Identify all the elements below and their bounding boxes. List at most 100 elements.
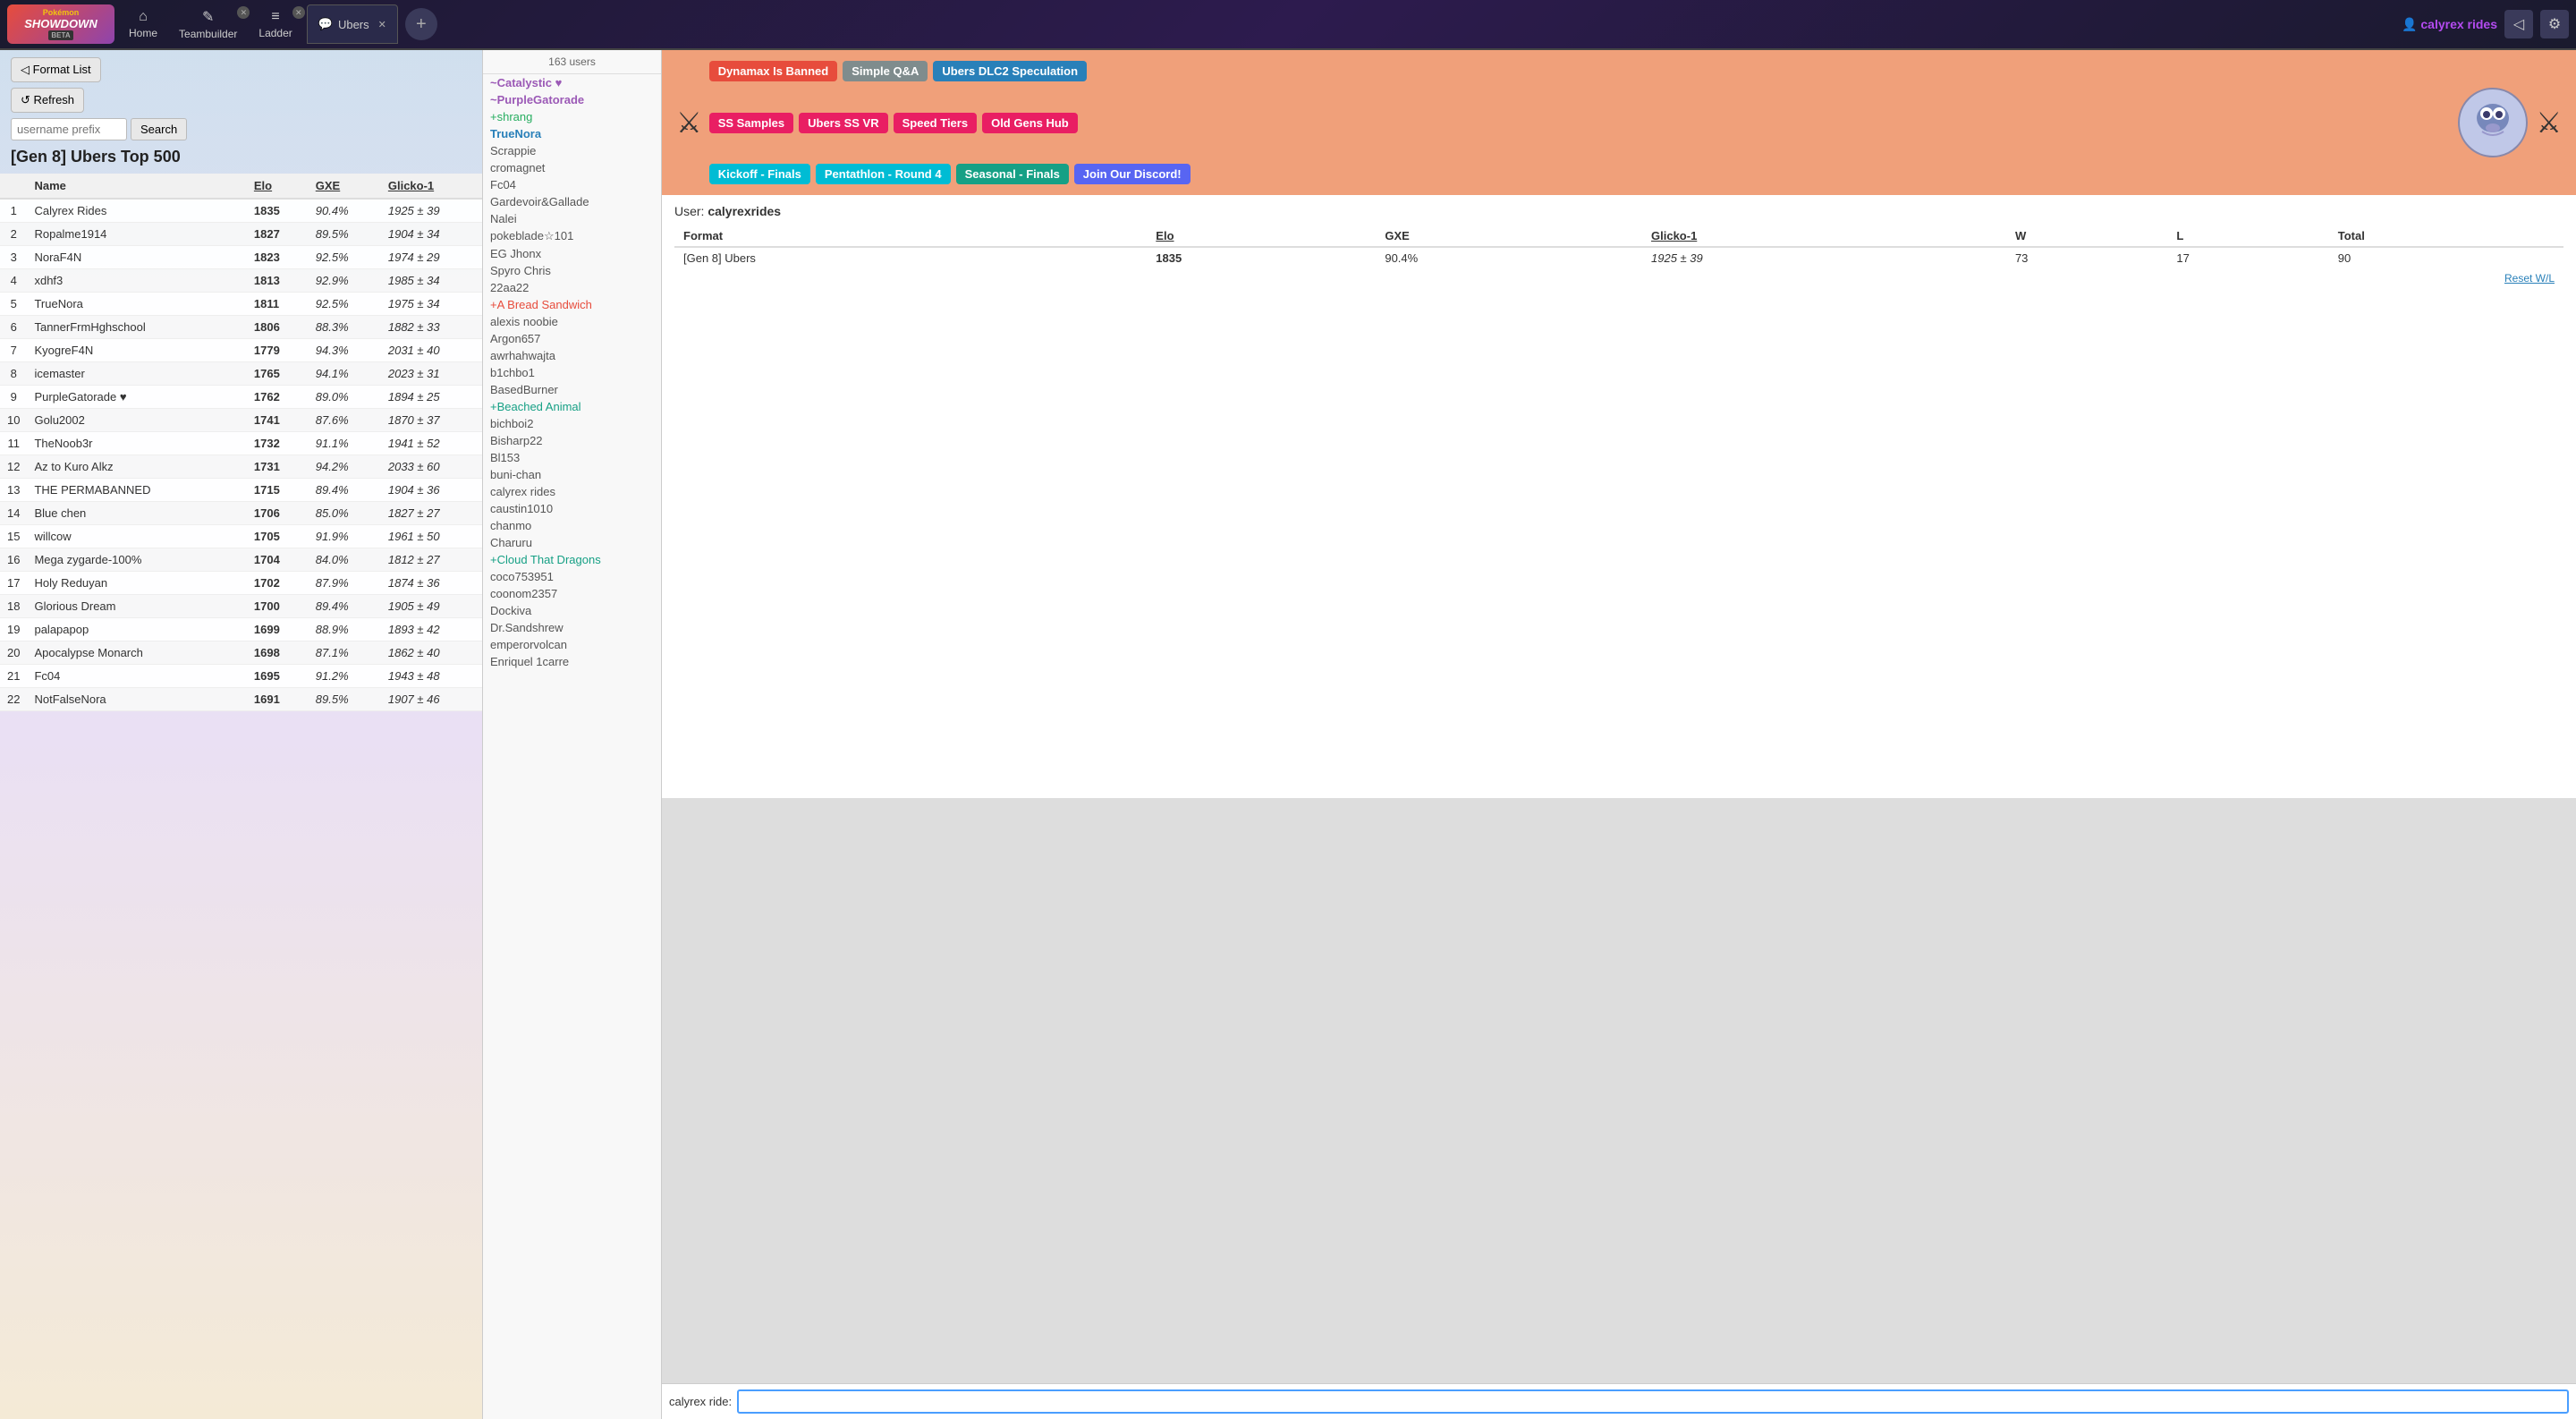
rank-col-header (0, 174, 27, 199)
glicko-cell: 1870 ± 37 (381, 409, 482, 432)
glicko-cell: 1985 ± 34 (381, 269, 482, 293)
ubers-tab-close[interactable]: ✕ (378, 19, 386, 30)
user-list-item[interactable]: coonom2357 (483, 585, 661, 602)
user-list-item[interactable]: Gardevoir&Gallade (483, 193, 661, 210)
rank-cell: 4 (0, 269, 27, 293)
user-list-item[interactable]: calyrex rides (483, 483, 661, 500)
user-list-item[interactable]: awrhahwajta (483, 347, 661, 364)
format-list-btn[interactable]: ◁ Format List (11, 57, 101, 82)
search-btn[interactable]: Search (131, 118, 187, 140)
table-row[interactable]: 17 Holy Reduyan 1702 87.9% 1874 ± 36 (0, 572, 482, 595)
table-row[interactable]: 19 palapapop 1699 88.9% 1893 ± 42 (0, 618, 482, 642)
user-list-item[interactable]: ~Catalystic ♥ (483, 74, 661, 91)
user-list-item[interactable]: BasedBurner (483, 381, 661, 398)
user-list-item[interactable]: Argon657 (483, 330, 661, 347)
user-list-item[interactable]: 22aa22 (483, 279, 661, 296)
user-list-item[interactable]: ~PurpleGatorade (483, 91, 661, 108)
gxe-cell: 92.5% (309, 293, 381, 316)
room-link[interactable]: Join Our Discord! (1074, 164, 1191, 184)
table-row[interactable]: 9 PurpleGatorade ♥ 1762 89.0% 1894 ± 25 (0, 386, 482, 409)
glicko-col-header[interactable]: Glicko-1 (381, 174, 482, 199)
user-list-item[interactable]: buni-chan (483, 466, 661, 483)
table-row[interactable]: 18 Glorious Dream 1700 89.4% 1905 ± 49 (0, 595, 482, 618)
table-row[interactable]: 4 xdhf3 1813 92.9% 1985 ± 34 (0, 269, 482, 293)
user-list-item[interactable]: Nalei (483, 210, 661, 227)
elo-cell: 1731 (247, 455, 309, 479)
table-row[interactable]: 2 Ropalme1914 1827 89.5% 1904 ± 34 (0, 223, 482, 246)
user-list-item[interactable]: +shrang (483, 108, 661, 125)
table-row[interactable]: 20 Apocalypse Monarch 1698 87.1% 1862 ± … (0, 642, 482, 665)
user-list-item[interactable]: Dockiva (483, 602, 661, 619)
user-list-item[interactable]: b1chbo1 (483, 364, 661, 381)
add-tab-btn[interactable]: + (405, 8, 437, 40)
table-row[interactable]: 5 TrueNora 1811 92.5% 1975 ± 34 (0, 293, 482, 316)
table-row[interactable]: 13 THE PERMABANNED 1715 89.4% 1904 ± 36 (0, 479, 482, 502)
search-input[interactable] (11, 118, 127, 140)
table-row[interactable]: 22 NotFalseNora 1691 89.5% 1907 ± 46 (0, 688, 482, 711)
room-link[interactable]: Ubers SS VR (799, 113, 887, 133)
settings-btn[interactable]: ⚙ (2540, 10, 2569, 38)
gxe-col-header[interactable]: GXE (309, 174, 381, 199)
user-list-item[interactable]: +Beached Animal (483, 398, 661, 415)
user-list-item[interactable]: EG Jhonx (483, 245, 661, 262)
current-username[interactable]: 👤 calyrex rides (2402, 17, 2497, 32)
user-list-item[interactable]: Scrappie (483, 142, 661, 159)
table-row[interactable]: 12 Az to Kuro Alkz 1731 94.2% 2033 ± 60 (0, 455, 482, 479)
user-list-item[interactable]: Bisharp22 (483, 432, 661, 449)
ladder-close-btn[interactable]: ✕ (292, 6, 305, 19)
elo-cell: 1741 (247, 409, 309, 432)
user-list-item[interactable]: Spyro Chris (483, 262, 661, 279)
user-list-item[interactable]: alexis noobie (483, 313, 661, 330)
nav-teambuilder-btn[interactable]: ✎ Teambuilder (168, 4, 248, 44)
table-row[interactable]: 7 KyogreF4N 1779 94.3% 2031 ± 40 (0, 339, 482, 362)
user-list-item[interactable]: Dr.Sandshrew (483, 619, 661, 636)
user-list[interactable]: ~Catalystic ♥~PurpleGatorade+shrang True… (483, 74, 661, 1419)
room-link[interactable]: Old Gens Hub (982, 113, 1078, 133)
room-link[interactable]: Speed Tiers (894, 113, 977, 133)
table-row[interactable]: 1 Calyrex Rides 1835 90.4% 1925 ± 39 (0, 199, 482, 223)
user-list-item[interactable]: emperorvolcan (483, 636, 661, 653)
user-list-item[interactable]: cromagnet (483, 159, 661, 176)
user-list-item[interactable]: pokeblade☆101 (483, 227, 661, 245)
user-list-item[interactable]: TrueNora (483, 125, 661, 142)
room-link[interactable]: Ubers DLC2 Speculation (933, 61, 1087, 81)
ubers-room-tab[interactable]: 💬 Ubers ✕ (307, 4, 398, 44)
ladder-table-wrap[interactable]: Name Elo GXE Glicko-1 1 Calyrex Rides 18… (0, 174, 482, 1419)
refresh-btn[interactable]: ↺ Refresh (11, 88, 84, 113)
room-link[interactable]: Simple Q&A (843, 61, 928, 81)
table-row[interactable]: 14 Blue chen 1706 85.0% 1827 ± 27 (0, 502, 482, 525)
nav-home-btn[interactable]: ⌂ Home (118, 4, 168, 44)
name-cell: icemaster (27, 362, 246, 386)
user-list-item[interactable]: chanmo (483, 517, 661, 534)
user-list-item[interactable]: +Cloud That Dragons (483, 551, 661, 568)
audio-btn[interactable]: ◁ (2504, 10, 2533, 38)
table-row[interactable]: 8 icemaster 1765 94.1% 2023 ± 31 (0, 362, 482, 386)
table-row[interactable]: 10 Golu2002 1741 87.6% 1870 ± 37 (0, 409, 482, 432)
stat-elo: 1835 (1156, 251, 1182, 265)
table-row[interactable]: 15 willcow 1705 91.9% 1961 ± 50 (0, 525, 482, 548)
user-list-item[interactable]: Fc04 (483, 176, 661, 193)
user-list-item[interactable]: coco753951 (483, 568, 661, 585)
room-link[interactable]: Pentathlon - Round 4 (816, 164, 951, 184)
chat-input[interactable] (737, 1389, 2569, 1414)
table-row[interactable]: 21 Fc04 1695 91.2% 1943 ± 48 (0, 665, 482, 688)
name-cell: TheNoob3r (27, 432, 246, 455)
user-list-item[interactable]: caustin1010 (483, 500, 661, 517)
user-list-item[interactable]: +A Bread Sandwich (483, 296, 661, 313)
elo-col-header[interactable]: Elo (247, 174, 309, 199)
room-link[interactable]: Kickoff - Finals (709, 164, 810, 184)
table-row[interactable]: 3 NoraF4N 1823 92.5% 1974 ± 29 (0, 246, 482, 269)
room-link[interactable]: Seasonal - Finals (956, 164, 1069, 184)
reset-wl-link[interactable]: Reset W/L (2504, 272, 2555, 285)
user-list-item[interactable]: Charuru (483, 534, 661, 551)
user-list-item[interactable]: bichboi2 (483, 415, 661, 432)
table-row[interactable]: 16 Mega zygarde-100% 1704 84.0% 1812 ± 2… (0, 548, 482, 572)
user-list-item[interactable]: Bl153 (483, 449, 661, 466)
user-list-item[interactable]: Enriquel 1carre (483, 653, 661, 670)
table-row[interactable]: 6 TannerFrmHghschool 1806 88.3% 1882 ± 3… (0, 316, 482, 339)
gxe-cell: 85.0% (309, 502, 381, 525)
app-logo[interactable]: Pokémon SHOWDOWN BETA (7, 4, 114, 44)
room-link[interactable]: Dynamax Is Banned (709, 61, 838, 81)
table-row[interactable]: 11 TheNoob3r 1732 91.1% 1941 ± 52 (0, 432, 482, 455)
room-link[interactable]: SS Samples (709, 113, 793, 133)
